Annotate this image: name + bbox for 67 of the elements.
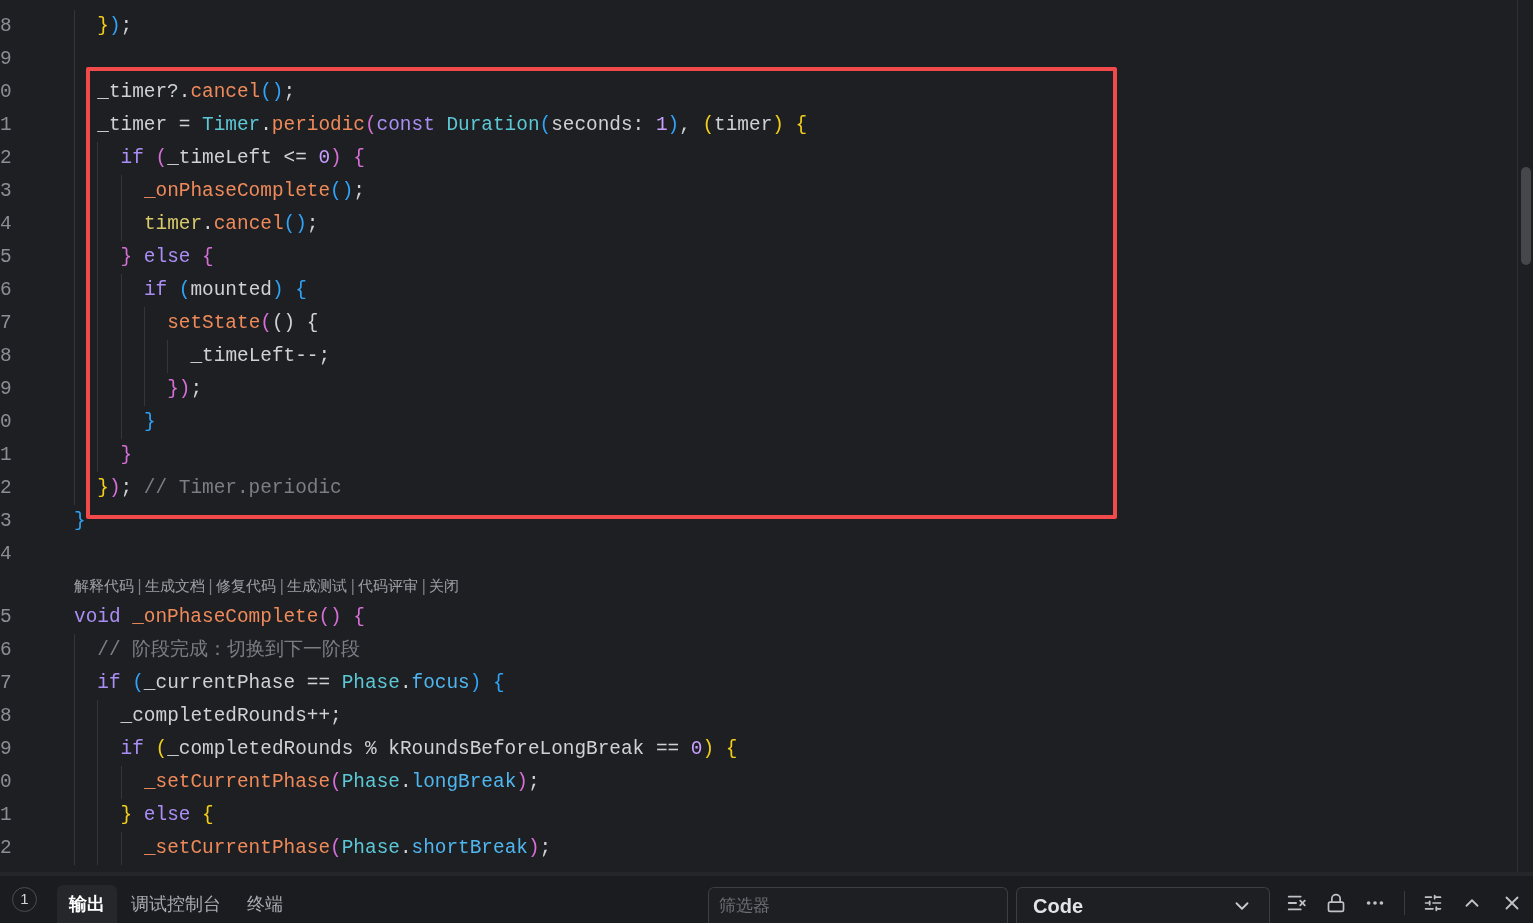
scrollbar-thumb[interactable] (1521, 167, 1531, 265)
code-line: } else { (120, 802, 214, 828)
panel-tab[interactable]: 调试控制台 (119, 885, 233, 923)
line-number: 1 (0, 442, 13, 468)
line-number: 3 (0, 178, 13, 204)
line-number: 0 (0, 409, 13, 435)
code-line: }); // Timer.periodic (97, 475, 342, 501)
line-number: 4 (0, 211, 13, 237)
line-number: 1 (0, 802, 13, 828)
code-line: void _onPhaseComplete() { (74, 604, 365, 630)
line-number: 9 (0, 376, 13, 402)
code-line: if (mounted) { (143, 277, 307, 303)
line-number: 0 (0, 769, 13, 795)
code-line: // 阶段完成：切换到下一阶段 (97, 637, 361, 663)
line-number: 2 (0, 145, 13, 171)
code-line: _timer?.cancel(); (97, 79, 296, 105)
codelens-separator: | (421, 575, 427, 597)
code-line: } (143, 409, 156, 435)
code-line: _timeLeft--; (190, 343, 331, 369)
line-number: 8 (0, 13, 13, 39)
line-number: 5 (0, 244, 13, 270)
code-line: setState(() { (167, 310, 319, 336)
line-number: 7 (0, 310, 13, 336)
line-number: 0 (0, 79, 13, 105)
channel-dropdown[interactable]: Code (1016, 887, 1270, 923)
lock-icon[interactable] (1326, 893, 1346, 913)
code-line: _setCurrentPhase(Phase.shortBreak); (143, 835, 552, 861)
line-number: 8 (0, 343, 13, 369)
code-line: }); (97, 13, 133, 39)
codelens-separator: | (137, 575, 143, 597)
line-number: 6 (0, 277, 13, 303)
code-line: _completedRounds++; (120, 703, 342, 729)
code-line: _timer = Timer.periodic(const Duration(seconds: 1), (timer) { (97, 112, 808, 138)
filter-field[interactable]: 筛选器 (708, 887, 1008, 923)
code-line: if (_completedRounds % kRoundsBeforeLongBreak == 0) { (120, 736, 738, 762)
panel-tab[interactable]: 终端 (235, 885, 295, 923)
line-number: 6 (0, 637, 13, 663)
codelens-separator: | (350, 575, 356, 597)
line-number: 2 (0, 475, 13, 501)
line-number: 9 (0, 46, 13, 72)
line-number: 1 (0, 112, 13, 138)
codelens-link[interactable]: 关闭 (429, 574, 460, 598)
line-number: 7 (0, 670, 13, 696)
line-number: 8 (0, 703, 13, 729)
code-line: if (_timeLeft <= 0) { (120, 145, 365, 171)
panel-tab[interactable]: 输出 (57, 885, 117, 923)
code-line: } (120, 442, 133, 468)
code-line: if (_currentPhase == Phase.focus) { (97, 670, 505, 696)
code-line: timer.cancel(); (143, 211, 319, 237)
code-line: }); (167, 376, 203, 402)
codelens-link[interactable]: 修复代码 (216, 574, 277, 598)
codelens-link[interactable]: 代码评审 (358, 574, 419, 598)
code-line: _setCurrentPhase(Phase.longBreak); (143, 769, 540, 795)
line-number: 9 (0, 736, 13, 762)
line-number: 3 (0, 508, 13, 534)
line-number: 5 (0, 604, 13, 630)
codelens-separator: | (208, 575, 214, 597)
code-line: _onPhaseComplete(); (143, 178, 365, 204)
line-number: 4 (0, 541, 13, 567)
codelens-separator: | (279, 575, 285, 597)
settings-icon[interactable] (1423, 893, 1443, 913)
code-line: } (74, 508, 86, 534)
codelens-link[interactable]: 解释代码 (74, 574, 134, 598)
code-line: } else { (120, 244, 214, 270)
line-number: 2 (0, 835, 13, 861)
codelens-link[interactable]: 生成文档 (145, 574, 206, 598)
codelens-link[interactable]: 生成测试 (287, 574, 348, 598)
